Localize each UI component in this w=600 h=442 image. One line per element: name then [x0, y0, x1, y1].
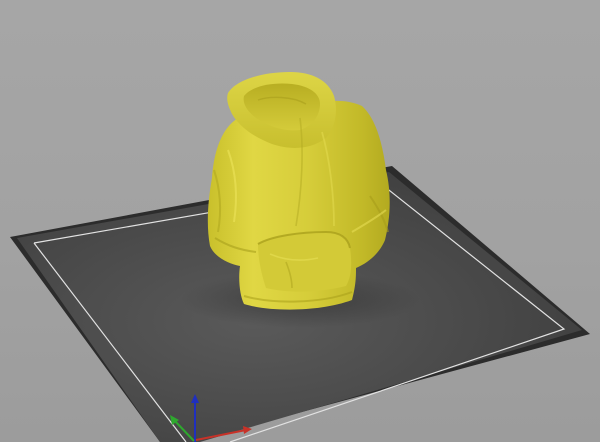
hoodie-pocket — [258, 232, 352, 292]
3d-viewport[interactable] — [0, 0, 600, 442]
